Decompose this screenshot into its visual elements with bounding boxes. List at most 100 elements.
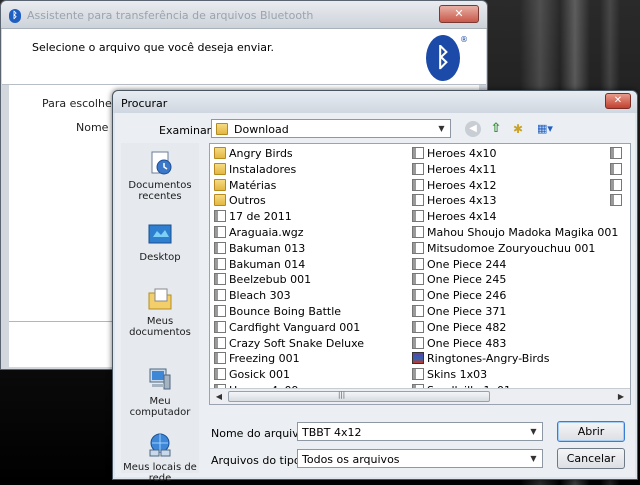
wizard-header: Selecione o arquivo que você deseja envi… bbox=[2, 29, 486, 85]
list-item[interactable]: One Piece 244 bbox=[412, 257, 618, 273]
list-item[interactable] bbox=[610, 193, 625, 209]
list-item[interactable]: Heroes 4x12 bbox=[412, 178, 618, 194]
file-icon bbox=[610, 178, 622, 191]
chevron-down-icon[interactable]: ▼ bbox=[527, 425, 540, 438]
list-item[interactable]: 17 de 2011 bbox=[214, 209, 364, 225]
place-recent-documents[interactable]: Documentos recentes bbox=[121, 149, 199, 202]
my-documents-icon bbox=[148, 288, 172, 310]
list-item[interactable]: One Piece 483 bbox=[412, 336, 618, 352]
dialog-title: Procurar bbox=[121, 97, 168, 110]
wizard-close-button[interactable]: ✕ bbox=[439, 5, 479, 23]
list-item[interactable] bbox=[610, 178, 625, 194]
file-name: Mahou Shoujo Madoka Magika 001 bbox=[427, 225, 619, 239]
list-item[interactable]: Bakuman 014 bbox=[214, 257, 364, 273]
my-computer-icon bbox=[149, 368, 171, 390]
place-my-documents[interactable]: Meus documentos bbox=[121, 285, 199, 338]
list-item[interactable]: One Piece 482 bbox=[412, 320, 618, 336]
file-name: One Piece 483 bbox=[427, 336, 507, 350]
folder-icon bbox=[214, 162, 226, 175]
lookin-dropdown[interactable]: Download ▼ bbox=[211, 119, 451, 138]
file-icon bbox=[412, 241, 424, 254]
place-desktop[interactable]: Desktop bbox=[121, 221, 199, 263]
list-item[interactable]: Heroes 4x10 bbox=[412, 146, 618, 162]
file-icon bbox=[412, 320, 424, 333]
scroll-left-icon[interactable]: ◀ bbox=[212, 391, 226, 403]
list-item[interactable]: Beelzebub 001 bbox=[214, 272, 364, 288]
file-name: Heroes 4x13 bbox=[427, 194, 497, 208]
list-item[interactable]: Skins 1x03 bbox=[412, 367, 618, 383]
file-name: Beelzebub 001 bbox=[229, 273, 312, 287]
filename-value: TBBT 4x12 bbox=[302, 426, 362, 439]
file-name: Angry Birds bbox=[229, 147, 293, 160]
list-item[interactable]: Outros bbox=[214, 193, 364, 209]
list-item[interactable]: One Piece 245 bbox=[412, 272, 618, 288]
place-my-computer[interactable]: Meu computador bbox=[121, 365, 199, 418]
dialog-close-button[interactable]: ✕ bbox=[605, 93, 631, 109]
list-item[interactable]: Freezing 001 bbox=[214, 351, 364, 367]
list-item[interactable]: Mitsudomoe Zouryouchuu 001 bbox=[412, 241, 618, 257]
list-item[interactable]: Araguaia.wgz bbox=[214, 225, 364, 241]
place-label: Desktop bbox=[139, 252, 181, 263]
list-item[interactable]: Matérias bbox=[214, 178, 364, 194]
list-item[interactable]: One Piece 371 bbox=[412, 304, 618, 320]
file-icon bbox=[610, 162, 622, 175]
list-item[interactable]: Bleach 303 bbox=[214, 288, 364, 304]
filename-label: Nome do arquivo: bbox=[211, 427, 310, 440]
file-list[interactable]: Angry Birds Instaladores Matérias Outros 17 … bbox=[209, 143, 631, 405]
archive-icon bbox=[412, 352, 424, 365]
folder-icon bbox=[216, 123, 228, 135]
file-icon bbox=[412, 289, 424, 302]
list-item[interactable]: Cardfight Vanguard 001 bbox=[214, 320, 364, 336]
list-item[interactable]: Angry Birds bbox=[214, 146, 364, 162]
list-item[interactable]: Heroes 4x13 bbox=[412, 193, 618, 209]
horizontal-scrollbar[interactable]: ◀ ||| ▶ bbox=[210, 388, 630, 404]
list-item[interactable]: Bakuman 013 bbox=[214, 241, 364, 257]
list-item[interactable]: Instaladores bbox=[214, 162, 364, 178]
list-item[interactable]: Heroes 4x14 bbox=[412, 209, 618, 225]
views-menu-icon[interactable]: ▦▾ bbox=[533, 121, 557, 137]
list-item[interactable]: One Piece 246 bbox=[412, 288, 618, 304]
file-icon bbox=[610, 194, 622, 207]
file-name: Outros bbox=[229, 194, 266, 208]
list-item[interactable]: Ringtones-Angry-Birds bbox=[412, 351, 618, 367]
list-item[interactable] bbox=[610, 162, 625, 178]
file-name: Bakuman 013 bbox=[229, 241, 306, 255]
registered-mark: ® bbox=[460, 35, 468, 44]
file-icon bbox=[412, 304, 424, 317]
up-folder-icon[interactable]: ⇧ bbox=[488, 121, 504, 137]
file-name: Gosick 001 bbox=[229, 368, 290, 382]
lookin-value: Download bbox=[234, 123, 289, 136]
list-item[interactable]: Gosick 001 bbox=[214, 367, 364, 383]
filetype-dropdown[interactable]: Todos os arquivos ▼ bbox=[297, 449, 543, 468]
file-name: Heroes 4x14 bbox=[427, 210, 497, 224]
back-icon[interactable]: ◀ bbox=[465, 121, 481, 137]
file-name: Heroes 4x11 bbox=[427, 162, 497, 176]
cancel-button[interactable]: Cancelar bbox=[557, 448, 625, 469]
file-name: One Piece 244 bbox=[427, 257, 507, 271]
file-name: Ringtones-Angry-Birds bbox=[427, 352, 550, 366]
list-item[interactable] bbox=[610, 146, 625, 162]
bluetooth-small-icon: ᛒ bbox=[9, 9, 21, 23]
scroll-thumb[interactable] bbox=[228, 391, 490, 402]
dialog-content: Examinar: Download ▼ ◀ ⇧ ✱ ▦▾ Documentos… bbox=[115, 113, 635, 484]
file-icon bbox=[214, 320, 226, 333]
file-name: 17 de 2011 bbox=[229, 210, 292, 224]
open-button[interactable]: Abrir bbox=[557, 421, 625, 442]
file-icon bbox=[412, 225, 424, 238]
file-icon bbox=[214, 257, 226, 270]
scroll-right-icon[interactable]: ▶ bbox=[614, 391, 628, 403]
list-item[interactable]: Mahou Shoujo Madoka Magika 001 bbox=[412, 225, 618, 241]
filename-input[interactable]: TBBT 4x12 ▼ bbox=[297, 422, 543, 441]
file-name: Mitsudomoe Zouryouchuu 001 bbox=[427, 241, 596, 255]
list-item[interactable]: Bounce Boing Battle bbox=[214, 304, 364, 320]
file-icon bbox=[412, 273, 424, 286]
new-folder-icon[interactable]: ✱ bbox=[510, 121, 526, 137]
chevron-down-icon[interactable]: ▼ bbox=[527, 452, 540, 465]
file-name: Bounce Boing Battle bbox=[229, 304, 342, 318]
list-item[interactable]: Crazy Soft Snake Deluxe bbox=[214, 336, 364, 352]
file-name: Cardfight Vanguard 001 bbox=[229, 320, 361, 334]
file-icon bbox=[412, 194, 424, 207]
chevron-down-icon[interactable]: ▼ bbox=[435, 122, 448, 135]
place-network[interactable]: Meus locais de rede bbox=[121, 431, 199, 484]
list-item[interactable]: Heroes 4x11 bbox=[412, 162, 618, 178]
